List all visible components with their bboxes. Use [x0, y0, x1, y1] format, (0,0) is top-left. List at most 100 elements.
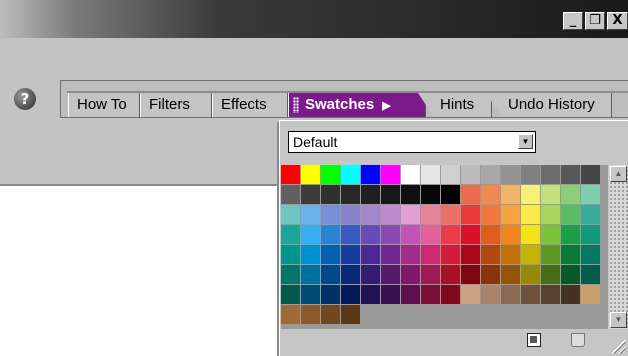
color-swatch[interactable] [481, 265, 500, 284]
color-swatch[interactable] [361, 205, 380, 224]
tab-swatches[interactable]: Swatches ▶ [288, 93, 426, 117]
color-swatch[interactable] [341, 165, 360, 184]
color-swatch[interactable] [481, 285, 500, 304]
color-swatch[interactable] [421, 165, 440, 184]
color-swatch[interactable] [301, 265, 320, 284]
color-swatch[interactable] [341, 225, 360, 244]
color-swatch[interactable] [421, 205, 440, 224]
color-swatch[interactable] [361, 165, 380, 184]
tab-undo-history[interactable]: Undo History [486, 93, 612, 117]
color-swatch[interactable] [401, 245, 420, 264]
color-swatch[interactable] [581, 265, 600, 284]
tab-menu-arrow-icon[interactable]: ▶ [382, 94, 390, 118]
color-swatch[interactable] [421, 285, 440, 304]
color-swatch[interactable] [301, 165, 320, 184]
color-swatch[interactable] [401, 185, 420, 204]
tab-how-to[interactable]: How To [68, 93, 140, 117]
color-swatch[interactable] [321, 185, 340, 204]
color-swatch[interactable] [581, 245, 600, 264]
color-swatch[interactable] [441, 265, 460, 284]
color-swatch[interactable] [461, 285, 480, 304]
color-swatch[interactable] [461, 185, 480, 204]
color-swatch[interactable] [381, 285, 400, 304]
color-swatch[interactable] [461, 225, 480, 244]
scroll-up-button[interactable]: ▲ [610, 166, 627, 182]
minimize-button[interactable]: _ [563, 12, 583, 30]
color-swatch[interactable] [541, 185, 560, 204]
color-swatch[interactable] [541, 245, 560, 264]
color-swatch[interactable] [501, 225, 520, 244]
color-swatch[interactable] [561, 225, 580, 244]
color-swatch[interactable] [561, 165, 580, 184]
resize-grip-icon[interactable] [612, 340, 626, 354]
color-swatch[interactable] [581, 185, 600, 204]
color-swatch[interactable] [281, 305, 300, 324]
color-swatch[interactable] [401, 205, 420, 224]
color-swatch[interactable] [321, 265, 340, 284]
color-swatch[interactable] [341, 285, 360, 304]
trash-icon[interactable] [571, 333, 585, 347]
color-swatch[interactable] [321, 165, 340, 184]
color-swatch[interactable] [501, 285, 520, 304]
color-swatch[interactable] [581, 225, 600, 244]
color-swatch[interactable] [501, 185, 520, 204]
color-swatch[interactable] [401, 265, 420, 284]
color-swatch[interactable] [361, 245, 380, 264]
color-swatch[interactable] [421, 185, 440, 204]
color-swatch[interactable] [421, 245, 440, 264]
scroll-down-button[interactable]: ▼ [610, 312, 627, 328]
chevron-down-icon[interactable]: ▼ [518, 134, 533, 149]
color-swatch[interactable] [381, 225, 400, 244]
color-swatch[interactable] [541, 165, 560, 184]
color-swatch[interactable] [441, 165, 460, 184]
color-swatch[interactable] [281, 225, 300, 244]
help-icon[interactable]: ? [14, 88, 36, 110]
color-swatch[interactable] [501, 245, 520, 264]
color-swatch[interactable] [361, 265, 380, 284]
color-swatch[interactable] [441, 185, 460, 204]
color-swatch[interactable] [461, 205, 480, 224]
color-swatch[interactable] [381, 165, 400, 184]
color-swatch[interactable] [561, 245, 580, 264]
color-swatch[interactable] [301, 305, 320, 324]
color-swatch[interactable] [341, 185, 360, 204]
color-swatch[interactable] [521, 185, 540, 204]
color-swatch[interactable] [381, 265, 400, 284]
color-swatch[interactable] [561, 185, 580, 204]
color-swatch[interactable] [341, 245, 360, 264]
color-swatch[interactable] [381, 185, 400, 204]
color-swatch[interactable] [361, 285, 380, 304]
color-swatch[interactable] [401, 225, 420, 244]
color-swatch[interactable] [421, 225, 440, 244]
tab-filters[interactable]: Filters [140, 93, 212, 117]
color-swatch[interactable] [541, 285, 560, 304]
color-swatch[interactable] [521, 225, 540, 244]
color-swatch[interactable] [541, 225, 560, 244]
color-swatch[interactable] [441, 285, 460, 304]
color-swatch[interactable] [561, 205, 580, 224]
color-swatch[interactable] [341, 265, 360, 284]
color-swatch[interactable] [481, 205, 500, 224]
color-swatch[interactable] [461, 245, 480, 264]
color-swatch[interactable] [441, 225, 460, 244]
color-swatch[interactable] [501, 265, 520, 284]
color-swatch[interactable] [381, 205, 400, 224]
color-swatch[interactable] [381, 245, 400, 264]
color-swatch[interactable] [281, 265, 300, 284]
tab-effects[interactable]: Effects [212, 93, 288, 117]
color-swatch[interactable] [501, 165, 520, 184]
color-swatch[interactable] [341, 205, 360, 224]
color-swatch[interactable] [581, 165, 600, 184]
color-swatch[interactable] [581, 285, 600, 304]
color-swatch[interactable] [441, 205, 460, 224]
color-swatch[interactable] [281, 205, 300, 224]
swatch-scrollbar[interactable]: ▲ ▼ [609, 165, 628, 329]
color-swatch[interactable] [481, 165, 500, 184]
color-swatch[interactable] [521, 205, 540, 224]
color-swatch[interactable] [301, 285, 320, 304]
color-swatch[interactable] [581, 205, 600, 224]
color-swatch[interactable] [561, 265, 580, 284]
color-swatch[interactable] [561, 285, 580, 304]
color-swatch[interactable] [321, 225, 340, 244]
color-swatch[interactable] [281, 245, 300, 264]
